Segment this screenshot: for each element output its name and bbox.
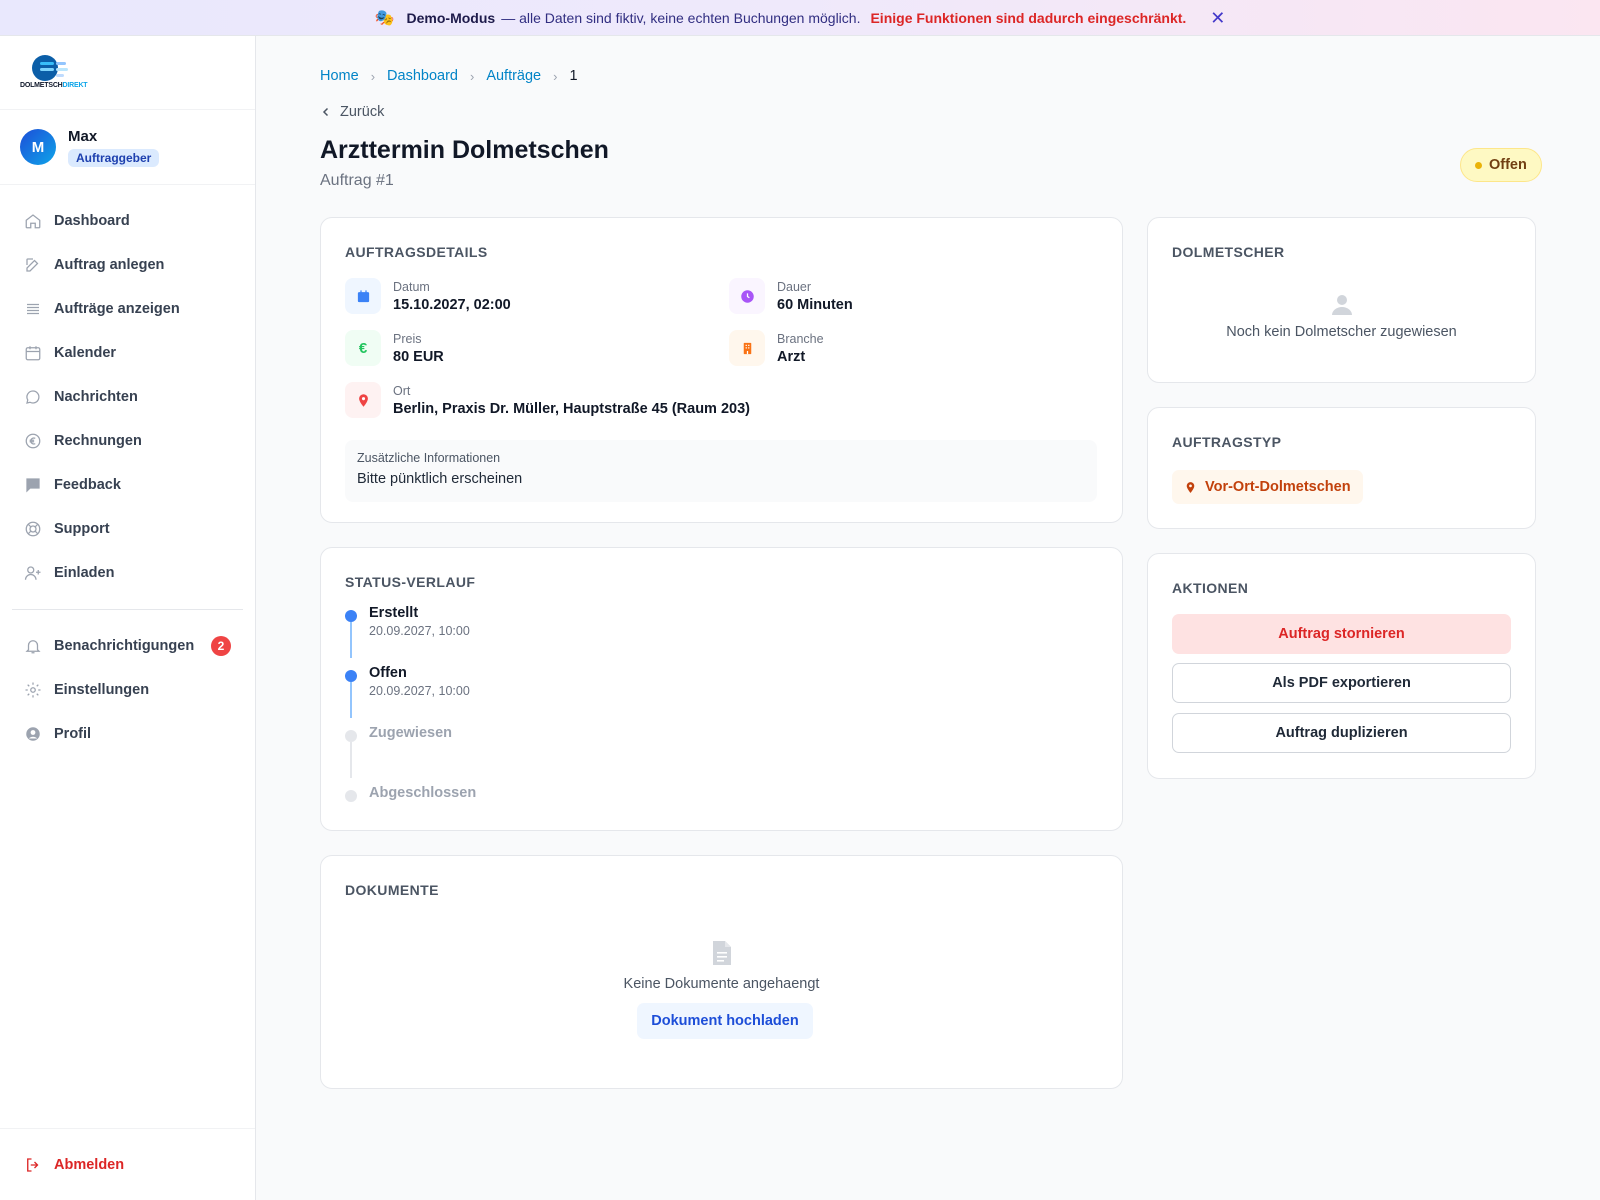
card-title: AUFTRAGSTYP [1172,434,1282,450]
sidebar-item-orders[interactable]: Aufträge anzeigen [0,287,255,331]
map-pin-icon [1186,481,1195,493]
card-title: AUFTRAGSDETAILS [345,244,488,260]
logo[interactable]: DOLMETSCHDIREKT [0,36,255,110]
brand-logo-icon: DOLMETSCHDIREKT [20,53,88,93]
order-type-tag: Vor-Ort-Dolmetschen [1172,470,1363,504]
sidebar-item-invoices[interactable]: Rechnungen [0,419,255,463]
home-icon [25,214,41,229]
order-type-card: AUFTRAGSTYP Vor-Ort-Dolmetschen [1147,407,1536,529]
edit-icon [26,258,39,272]
sidebar-item-feedback[interactable]: Feedback [0,463,255,507]
demo-mode-label: Demo-Modus [406,9,496,26]
sidebar-item-messages[interactable]: Nachrichten [0,375,255,419]
role-badge: Auftraggeber [68,148,160,167]
timeline-dot [345,730,357,742]
status-dot-icon [1475,161,1482,169]
card-title: DOKUMENTE [345,882,439,898]
sidebar-nav: Dashboard Auftrag anlegen Aufträge anzei… [0,185,255,756]
logout-icon [27,1157,39,1172]
chevron-right-icon: › [469,68,475,84]
chevron-left-icon [322,107,329,117]
interpreter-card: DOLMETSCHER Noch kein Dolmetscher zugewi… [1147,217,1536,383]
export-pdf-button[interactable]: Als PDF exportieren [1172,663,1511,703]
timeline-connector [350,742,352,778]
breadcrumb: Home › Dashboard › Aufträge › 1 [320,68,578,84]
user-panel: M Max Auftraggeber [0,110,255,185]
timeline-connector [350,682,352,718]
card-title: AKTIONEN [1172,580,1249,596]
status-badge: Offen [1460,148,1542,182]
brand-wordmark: DOLMETSCHDIREKT [20,81,88,89]
map-pin-icon [345,382,381,418]
logout-button[interactable]: Abmelden [0,1128,255,1200]
user-placeholder-icon [1332,294,1352,321]
sidebar-item-settings[interactable]: Einstellungen [0,668,255,712]
upload-document-button[interactable]: Dokument hochladen [637,1003,813,1039]
chevron-right-icon: › [553,68,558,84]
breadcrumb-home[interactable]: Home [320,68,359,84]
demo-banner: 🎭 Demo-Modus — alle Daten sind fiktiv, k… [0,0,1600,36]
building-icon [729,330,765,366]
demo-message: — alle Daten sind fiktiv, keine echten B… [501,9,861,26]
list-icon [27,303,39,315]
sidebar-item-calendar[interactable]: Kalender [0,331,255,375]
nav-divider [12,609,243,610]
close-icon[interactable]: ✕ [1210,9,1225,27]
notification-count-badge: 2 [211,636,231,656]
detail-price: € Preis 80 EUR [345,330,444,366]
document-icon [711,940,733,971]
interpreter-empty-text: Noch kein Dolmetscher zugewiesen [1226,324,1457,340]
timeline-dot [345,610,357,622]
breadcrumb-dashboard[interactable]: Dashboard [387,68,458,84]
actions-card: AKTIONEN Auftrag stornieren Als PDF expo… [1147,553,1536,779]
page-subtitle: Auftrag #1 [320,172,394,189]
sidebar-item-create-order[interactable]: Auftrag anlegen [0,243,255,287]
avatar: M [20,129,56,165]
euro-icon: € [345,330,381,366]
sidebar-item-notifications[interactable]: Benachrichtigungen 2 [0,624,255,668]
bell-icon [25,640,41,654]
theater-mask-icon: 🎭 [374,9,395,27]
clock-icon [729,278,765,314]
demo-warning: Einige Funktionen sind dadurch eingeschr… [870,9,1187,26]
breadcrumb-current: 1 [569,68,578,84]
order-details-card: AUFTRAGSDETAILS Datum 15.10.2027, 02:00 … [320,217,1123,523]
feedback-icon [26,478,40,493]
detail-branch: Branche Arzt [729,330,824,366]
detail-location: Ort Berlin, Praxis Dr. Müller, Hauptstra… [345,382,750,418]
user-plus-icon [24,566,41,580]
additional-info: Zusätzliche Informationen Bitte pünktlic… [345,440,1097,502]
user-circle-icon [26,727,40,741]
timeline-dot [345,670,357,682]
lifebuoy-icon [25,521,41,537]
gear-icon [25,682,41,698]
documents-card: DOKUMENTE Keine Dokumente angehaengt Dok… [320,855,1123,1089]
page-title: Arzttermin Dolmetschen [320,136,609,164]
sidebar-item-dashboard[interactable]: Dashboard [0,199,255,243]
sidebar: DOLMETSCHDIREKT M Max Auftraggeber Dashb… [0,36,256,1200]
sidebar-item-support[interactable]: Support [0,507,255,551]
calendar-icon [25,346,41,361]
chat-icon [26,390,40,404]
detail-date: Datum 15.10.2027, 02:00 [345,278,511,314]
card-title: DOLMETSCHER [1172,244,1285,260]
card-title: STATUS-VERLAUF [345,574,476,590]
status-history-card: STATUS-VERLAUF Erstellt 20.09.2027, 10:0… [320,547,1123,831]
sidebar-item-profile[interactable]: Profil [0,712,255,756]
duplicate-order-button[interactable]: Auftrag duplizieren [1172,713,1511,753]
sidebar-item-invite[interactable]: Einladen [0,551,255,595]
timeline-dot [345,790,357,802]
chevron-right-icon: › [370,68,376,84]
euro-icon [25,433,41,449]
calendar-icon [345,278,381,314]
cancel-order-button[interactable]: Auftrag stornieren [1172,614,1511,654]
back-link[interactable]: Zurück [320,104,384,120]
user-name: Max [68,127,98,145]
timeline-connector [350,622,352,658]
documents-empty-text: Keine Dokumente angehaengt [623,976,820,992]
breadcrumb-orders[interactable]: Aufträge [486,68,541,84]
detail-duration: Dauer 60 Minuten [729,278,853,314]
